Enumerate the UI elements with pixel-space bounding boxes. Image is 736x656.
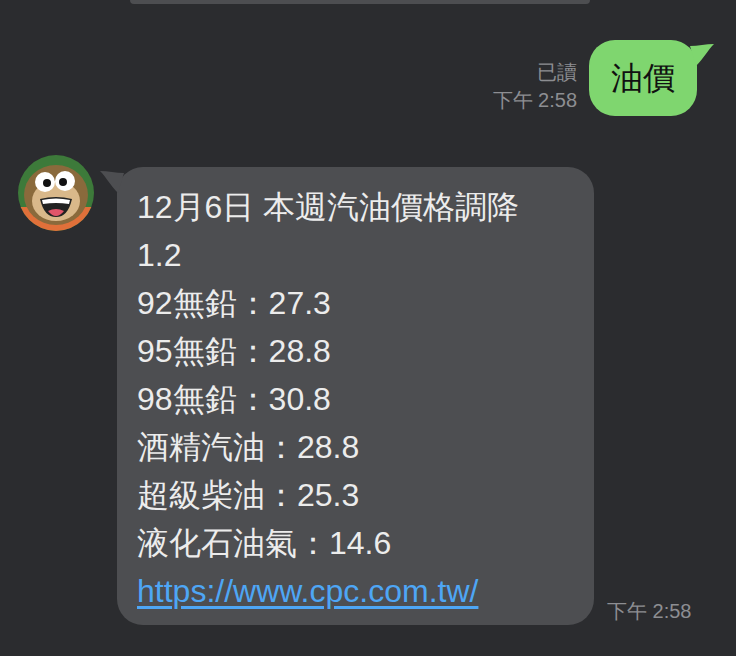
message-time: 下午 2:58: [493, 86, 577, 114]
bubble-tail-icon: [690, 44, 714, 66]
user-message-text: 油價: [611, 60, 675, 96]
message-line: 液化石油氣：14.6: [137, 519, 554, 567]
user-message-bubble[interactable]: 油價: [589, 40, 697, 116]
message-time: 下午 2:58: [607, 597, 691, 625]
message-line: 酒精汽油：28.8: [137, 423, 554, 471]
message-line: 98無鉛：30.8: [137, 375, 554, 423]
cpc-link[interactable]: https://www.cpc.com.tw/: [137, 567, 554, 615]
read-receipt: 已讀: [537, 58, 577, 86]
bot-message-row: 12月6日 本週汽油價格調降 1.292無鉛：27.395無鉛：28.898無鉛…: [0, 155, 736, 625]
bot-message-wrap: 12月6日 本週汽油價格調降 1.292無鉛：27.395無鉛：28.898無鉛…: [117, 167, 691, 625]
message-line: 95無鉛：28.8: [137, 327, 554, 375]
message-meta: 已讀下午 2:58: [493, 58, 577, 116]
user-message-row: 已讀下午 2:58 油價: [0, 40, 736, 116]
monkey-avatar-icon[interactable]: [18, 155, 94, 231]
message-line: 超級柴油：25.3: [137, 471, 554, 519]
message-line: 92無鉛：27.3: [137, 279, 554, 327]
bot-message-bubble[interactable]: 12月6日 本週汽油價格調降 1.292無鉛：27.395無鉛：28.898無鉛…: [117, 167, 594, 625]
bubble-tail-icon: [100, 171, 124, 193]
message-line: 12月6日 本週汽油價格調降 1.2: [137, 183, 554, 279]
previous-message-bubble: [130, 0, 590, 4]
